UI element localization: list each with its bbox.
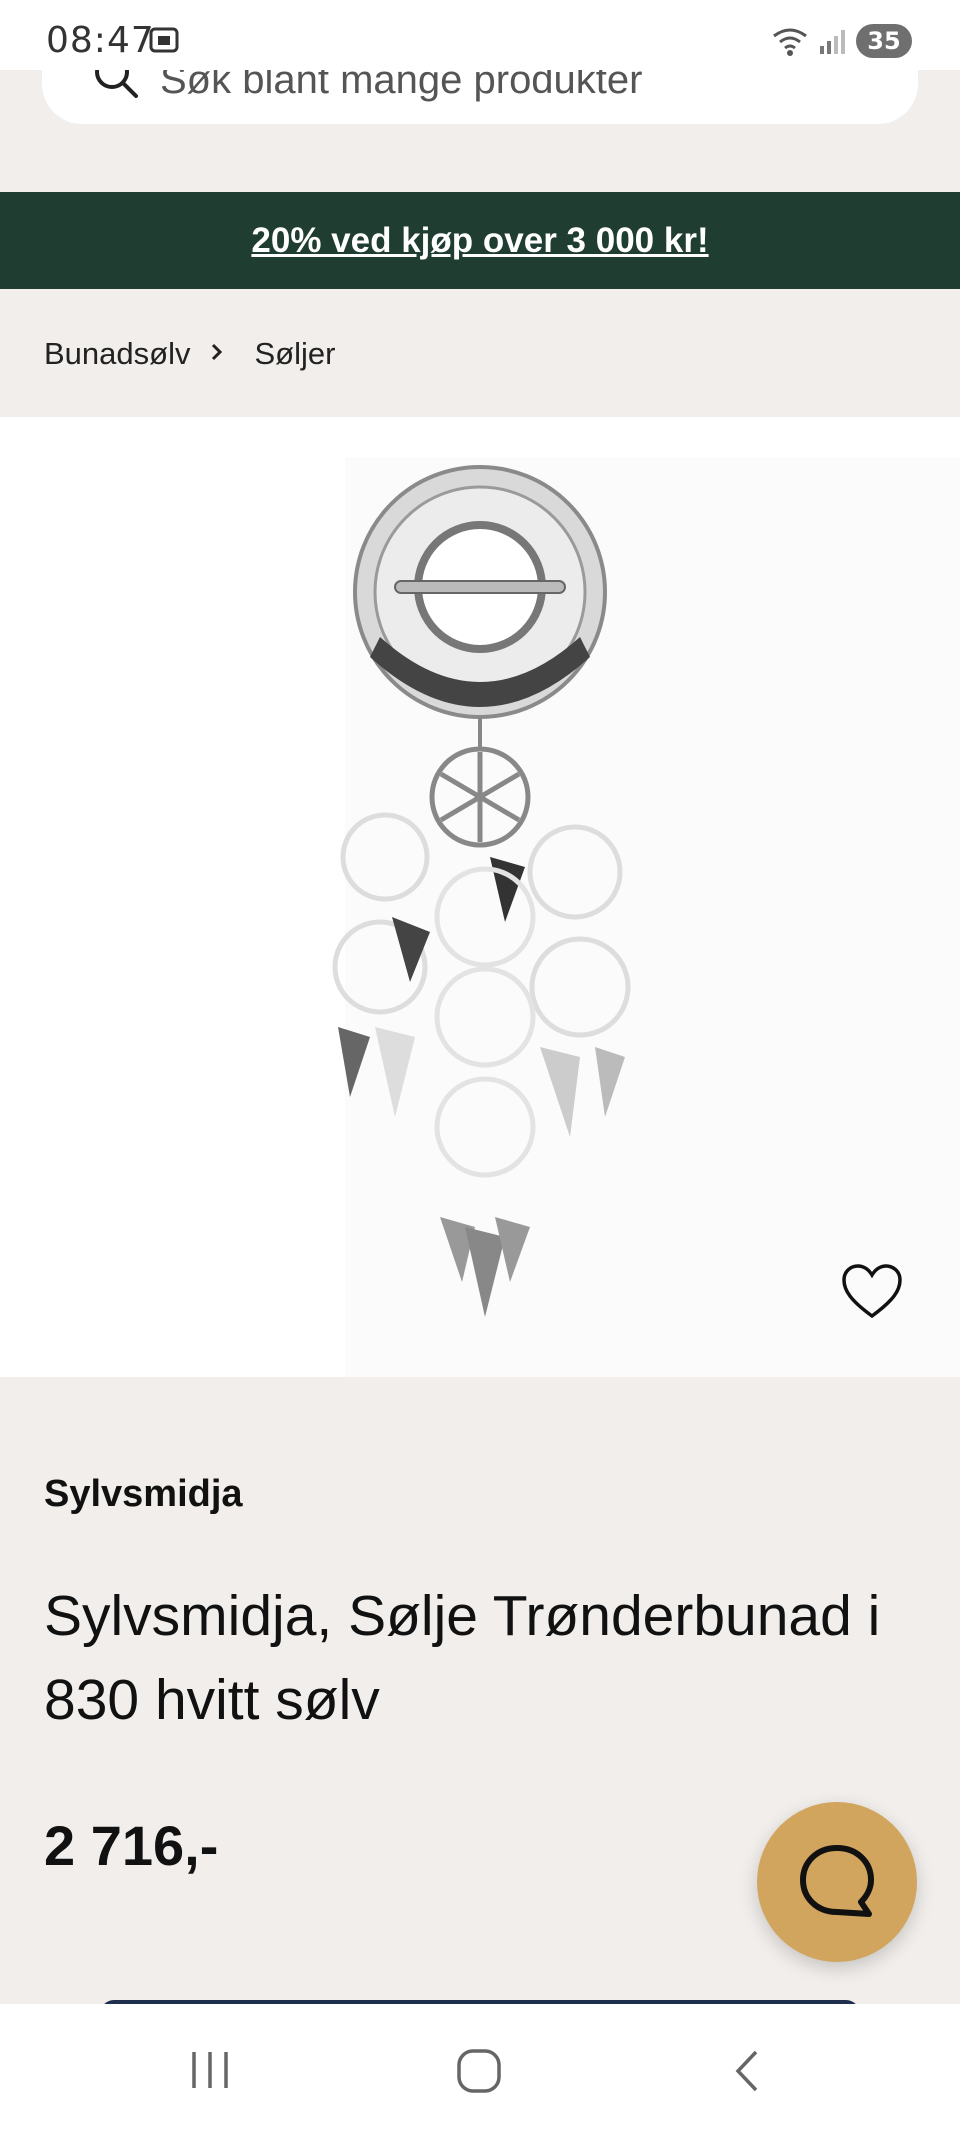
promo-link[interactable]: 20% ved kjøp over 3 000 kr! bbox=[251, 221, 708, 261]
product-brand[interactable]: Sylvsmidja bbox=[44, 1473, 243, 1516]
breadcrumb-item-bunadsolv[interactable]: Bunadsølv bbox=[44, 336, 190, 372]
chat-icon bbox=[795, 1840, 879, 1929]
product-title: Sylvsmidja, Sølje Trønderbunad i 830 hvi… bbox=[44, 1584, 881, 1732]
signal-icon bbox=[818, 28, 848, 61]
navigation-bar bbox=[0, 2004, 960, 2133]
product-image[interactable] bbox=[0, 417, 960, 1377]
status-bar: 08:47 35 bbox=[0, 0, 960, 70]
wifi-icon bbox=[770, 26, 810, 63]
breadcrumb-item-soljer[interactable]: Søljer bbox=[254, 336, 335, 372]
brooch-image bbox=[332, 457, 960, 1377]
home-icon[interactable] bbox=[456, 2048, 502, 2099]
wishlist-button[interactable] bbox=[840, 1262, 904, 1322]
back-icon[interactable] bbox=[730, 2048, 764, 2099]
battery-icon: 35 bbox=[856, 24, 912, 58]
product-price: 2 716,- bbox=[44, 1814, 219, 1877]
chat-button[interactable] bbox=[757, 1802, 917, 1962]
status-time: 08:47 bbox=[46, 20, 155, 61]
promo-banner: 20% ved kjøp over 3 000 kr! bbox=[0, 192, 960, 289]
chevron-right-icon bbox=[210, 338, 224, 370]
screenshot-icon bbox=[148, 24, 180, 61]
heart-icon bbox=[842, 1264, 902, 1319]
search-input[interactable]: Søk blant mange produkter bbox=[42, 55, 918, 124]
breadcrumb: Bunadsølv Søljer bbox=[44, 336, 335, 372]
search-area: Søk blant mange produkter bbox=[0, 55, 960, 192]
recent-apps-icon[interactable] bbox=[188, 2048, 232, 2097]
